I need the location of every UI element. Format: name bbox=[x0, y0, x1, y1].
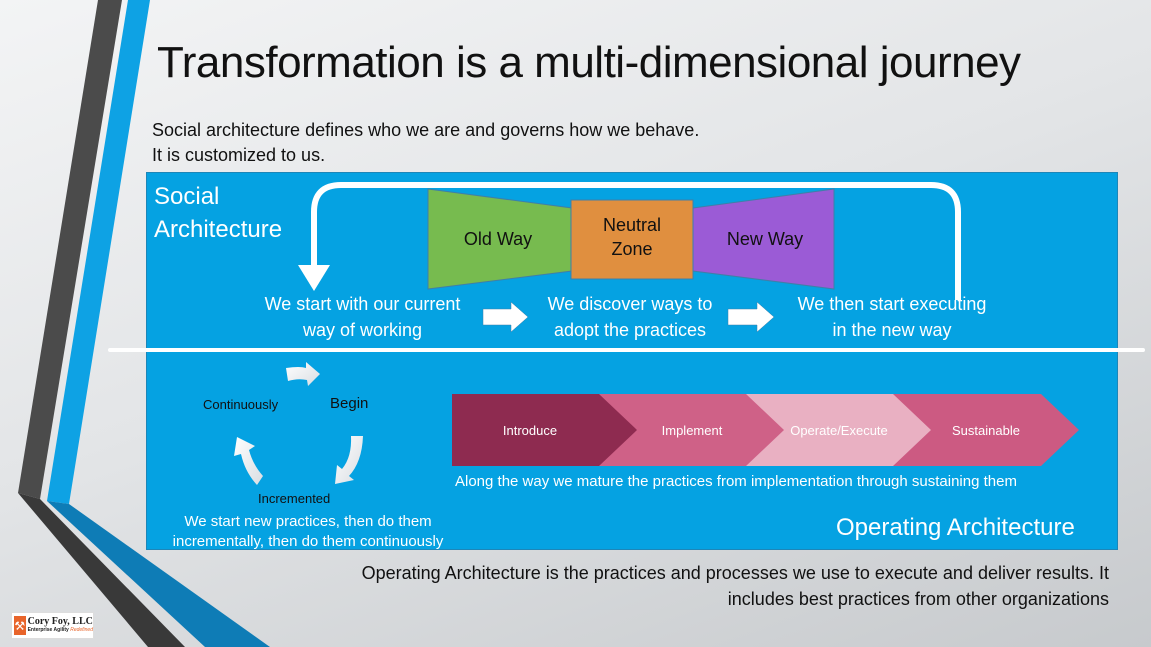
operating-architecture-label: Operating Architecture bbox=[836, 514, 1075, 541]
chevron-label: Implement bbox=[662, 423, 723, 438]
operating-description: Operating Architecture is the practices … bbox=[361, 563, 1109, 609]
logo-tagline-accent: Redefined bbox=[70, 626, 93, 633]
logo-tagline: Enterprise Agility Redefined bbox=[28, 626, 93, 635]
company-logo: ⚒ Cory Foy, LLC Enterprise Agility Redef… bbox=[11, 612, 94, 639]
maturity-chevrons: Introduce Implement Operate/Execute Sustain… bbox=[452, 394, 1079, 466]
chevron-label: Introduce bbox=[503, 423, 557, 438]
logo-text: Cory Foy, LLC Enterprise Agility Redefin… bbox=[27, 615, 93, 635]
logo-mark-icon: ⚒ bbox=[14, 616, 26, 635]
maturity-caption: Along the way we mature the practices fr… bbox=[455, 473, 1017, 490]
chevron-label: Sustainable bbox=[952, 423, 1020, 438]
chevron-label: Operate/Execute bbox=[790, 423, 888, 438]
logo-tagline-main: Enterprise Agility bbox=[27, 626, 69, 633]
logo-name: Cory Foy, LLC bbox=[27, 615, 93, 627]
